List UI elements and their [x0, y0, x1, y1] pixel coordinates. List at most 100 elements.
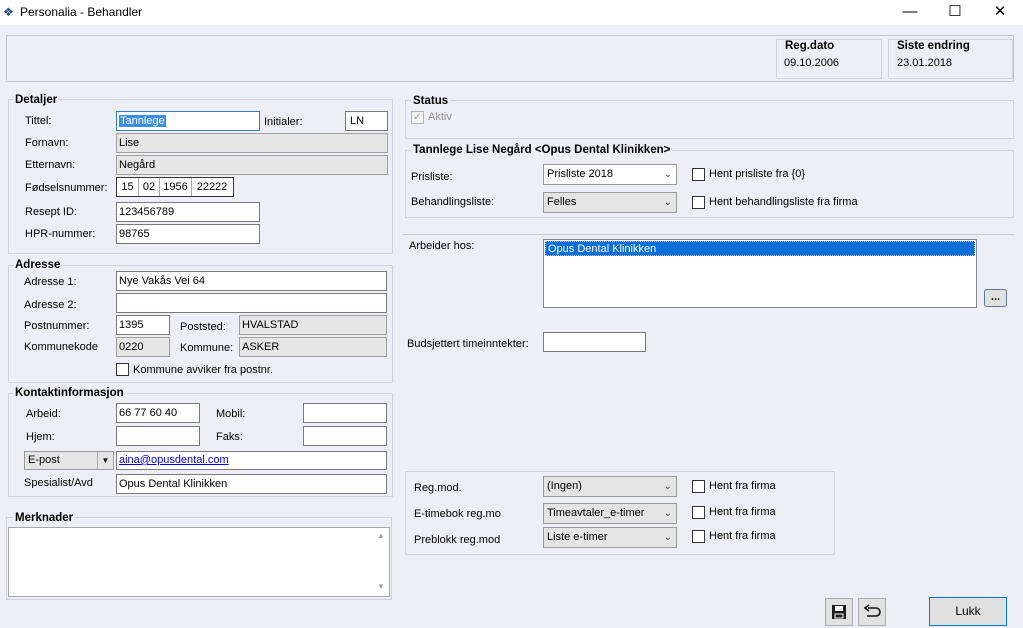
budsjett-input[interactable]: [543, 332, 646, 352]
browse-button[interactable]: ...: [984, 289, 1007, 307]
mobil-label: Mobil:: [216, 408, 246, 420]
hent-prisliste-checkbox[interactable]: [692, 168, 705, 181]
spesialist-label: Spesialist/Avd: [24, 477, 93, 488]
close-button[interactable]: ✕: [977, 0, 1023, 25]
chevron-down-icon[interactable]: ▼: [97, 452, 113, 469]
list-item[interactable]: Opus Dental Klinikken: [545, 241, 975, 256]
kommune-input[interactable]: ASKER: [239, 337, 387, 357]
preblokk-hent-checkbox[interactable]: [692, 530, 705, 543]
merknader-title: Merknader: [13, 512, 76, 524]
aktiv-checkbox[interactable]: ✓: [411, 111, 424, 124]
epost-type-value: E-post: [28, 454, 60, 466]
hent-prisliste-label: Hent prisliste fra {0}: [709, 168, 805, 180]
aktiv-label: Aktiv: [428, 111, 452, 123]
adresse2-input[interactable]: [116, 293, 387, 313]
siste-endring-box: Siste endring 23.01.2018: [888, 39, 1013, 79]
initialer-label: Initialer:: [264, 116, 303, 128]
tooth-icon: ❖: [3, 5, 14, 19]
fodselsnummer-year[interactable]: 1956: [160, 178, 192, 196]
budsjett-label: Budsjettert timeinntekter:: [407, 338, 529, 350]
reg-dato-label: Reg.dato: [785, 40, 835, 52]
chevron-down-icon: ⌄: [663, 532, 672, 543]
prisliste-value: Prisliste 2018: [547, 168, 614, 180]
fornavn-input[interactable]: Lise: [116, 133, 388, 153]
divider: [403, 234, 1014, 235]
chevron-down-icon: ⌄: [663, 197, 672, 208]
behandlingsliste-label: Behandlingsliste:: [411, 196, 495, 208]
mobil-input[interactable]: [303, 403, 387, 423]
lukk-button[interactable]: Lukk: [929, 597, 1007, 626]
undo-icon: [863, 604, 881, 617]
save-icon: [832, 605, 846, 619]
kommune-avviker-checkbox[interactable]: [116, 363, 129, 376]
arbeid-input[interactable]: 66 77 60 40: [116, 403, 200, 423]
regmod-select[interactable]: (Ingen) ⌄: [543, 476, 677, 497]
behandlingsliste-value: Felles: [547, 196, 577, 208]
fodselsnummer-input[interactable]: 15 02 1956 22222: [116, 177, 234, 197]
reg-dato-box: Reg.dato 09.10.2006: [776, 39, 882, 79]
postnummer-label: Postnummer:: [24, 320, 90, 332]
kommune-avviker-label: Kommune avviker fra postnr.: [133, 364, 274, 376]
etimebok-value: Timeavtaler_e-timer: [547, 507, 645, 519]
prisliste-select[interactable]: Prisliste 2018 ⌄: [543, 164, 677, 185]
arbeid-label: Arbeid:: [26, 408, 61, 420]
etimebok-label: E-timebok reg.mo: [414, 508, 501, 520]
adresse1-input[interactable]: Nye Vakås Vei 64: [116, 271, 387, 291]
tittel-input[interactable]: Tannlege: [116, 111, 260, 131]
regmod-value: (Ingen): [547, 480, 582, 492]
preblokk-label: Preblokk reg.mod: [414, 534, 501, 546]
etimebok-hent-checkbox[interactable]: [692, 506, 705, 519]
arbeider-hos-label: Arbeider hos:: [409, 240, 475, 252]
preblokk-select[interactable]: Liste e-timer ⌄: [543, 527, 677, 548]
resept-id-input[interactable]: 123456789: [116, 202, 260, 222]
kommune-label: Kommune:: [180, 342, 234, 354]
etternavn-input[interactable]: Negård: [116, 155, 388, 175]
detaljer-title: Detaljer: [13, 94, 60, 106]
scroll-up-icon[interactable]: ▲: [377, 531, 385, 540]
faks-input[interactable]: [303, 426, 387, 446]
fodselsnummer-day[interactable]: 15: [117, 178, 139, 196]
preblokk-value: Liste e-timer: [547, 531, 608, 543]
siste-endring-label: Siste endring: [897, 40, 970, 52]
kommunekode-input[interactable]: 0220: [116, 337, 170, 357]
fodselsnummer-month[interactable]: 02: [139, 178, 160, 196]
maximize-button[interactable]: ☐: [932, 0, 978, 25]
regmod-hent-checkbox[interactable]: [692, 480, 705, 493]
fodselsnummer-personnummer[interactable]: 22222: [192, 178, 232, 196]
hjem-input[interactable]: [116, 426, 200, 446]
minimize-button[interactable]: —: [887, 0, 933, 25]
behandlingsliste-select[interactable]: Felles ⌄: [543, 192, 677, 213]
tittel-label: Tittel:: [25, 115, 52, 127]
epost-input[interactable]: aina@opusdental.com: [116, 451, 387, 470]
epost-link[interactable]: aina@opusdental.com: [119, 454, 229, 466]
siste-endring-value: 23.01.2018: [897, 57, 953, 69]
resept-id-label: Resept ID:: [25, 206, 77, 218]
postnummer-input[interactable]: 1395: [116, 315, 170, 335]
chevron-down-icon: ⌄: [663, 169, 672, 180]
kommunekode-label: Kommunekode: [24, 341, 98, 353]
klinikk-title: Tannlege Lise Negård <Opus Dental Klinik…: [411, 144, 673, 156]
spesialist-input[interactable]: Opus Dental Klinikken: [116, 474, 387, 494]
save-button[interactable]: [825, 598, 853, 626]
fodselsnummer-label: Fødselsnummer:: [25, 182, 108, 194]
kontakt-title: Kontaktinformasjon: [13, 387, 126, 399]
hent-behandlingsliste-label: Hent behandlingsliste fra firma: [709, 196, 858, 208]
undo-button[interactable]: [858, 598, 886, 626]
faks-label: Faks:: [216, 431, 243, 443]
hpr-label: HPR-nummer:: [25, 228, 96, 240]
poststed-input[interactable]: HVALSTAD: [239, 315, 387, 335]
arbeider-hos-list[interactable]: Opus Dental Klinikken: [543, 239, 977, 308]
merknader-textarea[interactable]: ▲ ▼: [8, 527, 390, 597]
scroll-down-icon[interactable]: ▼: [377, 582, 385, 591]
checkmark-icon: ✓: [413, 112, 422, 123]
prisliste-label: Prisliste:: [411, 171, 453, 183]
status-group: [405, 100, 1014, 139]
etimebok-hent-label: Hent fra firma: [709, 506, 776, 518]
epost-type-select[interactable]: E-post ▼: [24, 451, 114, 470]
hent-behandlingsliste-checkbox[interactable]: [692, 196, 705, 209]
hpr-input[interactable]: 98765: [116, 224, 260, 244]
window-title: Personalia - Behandler: [20, 5, 143, 19]
initialer-input[interactable]: LN: [345, 111, 388, 131]
etimebok-select[interactable]: Timeavtaler_e-timer ⌄: [543, 503, 677, 524]
merknader-scrollbar[interactable]: ▲ ▼: [373, 528, 389, 596]
